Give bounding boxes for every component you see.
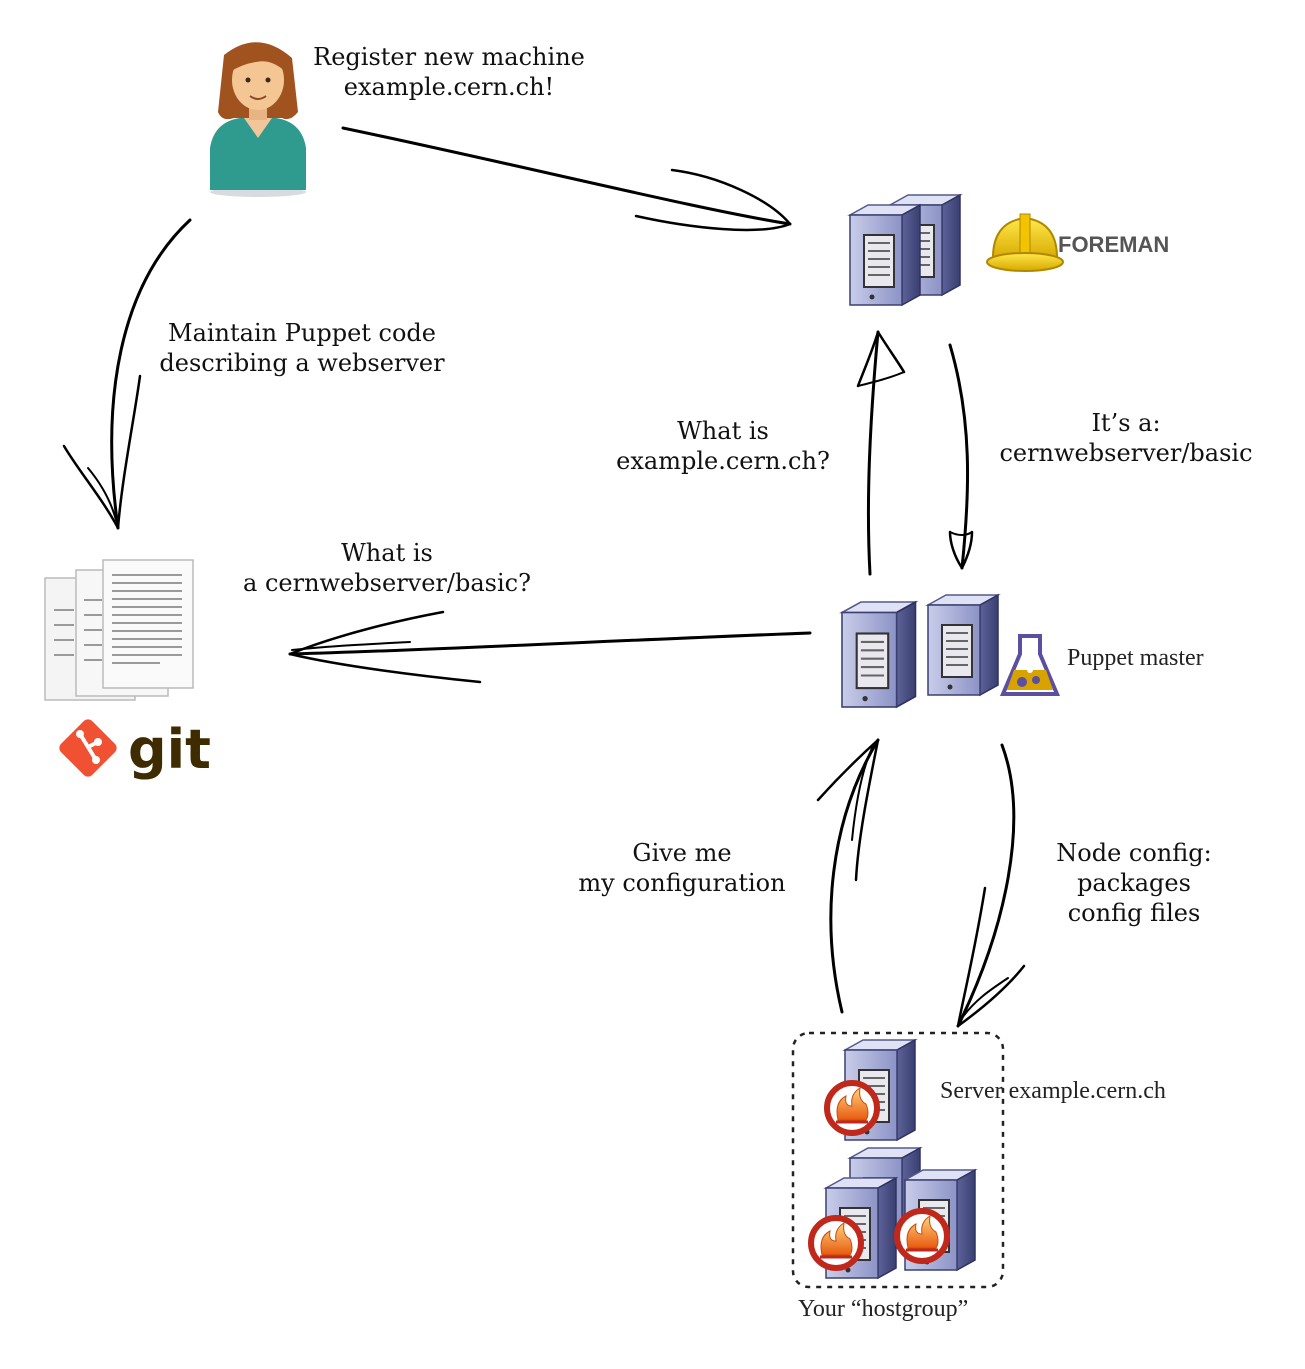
arrow-what-is-host — [856, 330, 906, 576]
label-its-a-line-2: cernwebserver/basic — [999, 439, 1253, 467]
documents-icon — [44, 559, 194, 701]
arrow-give-me — [816, 738, 880, 1014]
label-register: Register new machine example.cern.ch! — [300, 42, 598, 102]
label-its-a-line-1: It’s a: — [1091, 409, 1161, 437]
arrow-register — [341, 126, 792, 232]
label-what-is-host-line-1: What is — [677, 417, 769, 445]
diagram-canvas: FOREMAN git Register new machine example… — [0, 0, 1305, 1369]
label-maintain-line-1: Maintain Puppet code — [168, 319, 436, 347]
label-register-line-2: example.cern.ch! — [343, 73, 555, 101]
label-what-is-host-line-2: example.cern.ch? — [616, 447, 830, 475]
arrow-what-is-class — [288, 610, 812, 684]
label-its-a: It’s a: cernwebserver/basic — [982, 408, 1270, 468]
label-give-me-line-2: my configuration — [578, 869, 786, 897]
label-node-config: Node config: packages config files — [1036, 838, 1232, 928]
label-hostgroup: Your “hostgroup” — [798, 1296, 969, 1322]
label-puppet-master: Puppet master — [1067, 645, 1204, 671]
label-what-is-class-line-1: What is — [341, 539, 433, 567]
label-register-line-1: Register new machine — [313, 43, 585, 71]
user-avatar-icon — [210, 42, 306, 197]
label-maintain: Maintain Puppet code describing a webser… — [140, 318, 464, 378]
label-give-me-line-1: Give me — [632, 839, 732, 867]
puppet-flask-icon — [999, 634, 1061, 696]
label-maintain-line-2: describing a webserver — [159, 349, 445, 377]
label-server: Server example.cern.ch — [940, 1078, 1166, 1104]
label-node-config-line-1: Node config: — [1056, 839, 1212, 867]
foreman-server-icon — [849, 194, 961, 306]
puppet-master-server-icon — [840, 594, 999, 709]
label-what-is-class-line-2: a cernwebserver/basic? — [243, 569, 531, 597]
diagram-graphics: FOREMAN git — [44, 42, 1169, 1289]
hostgroup-servers-icon — [811, 1147, 976, 1279]
arrow-node-config — [956, 743, 1026, 1028]
label-node-config-line-3: config files — [1067, 899, 1201, 927]
label-node-config-line-2: packages — [1077, 869, 1191, 897]
foreman-helmet-icon: FOREMAN — [986, 213, 1169, 272]
foreman-logo-text: FOREMAN — [1058, 232, 1169, 257]
arrow-its-a — [948, 343, 974, 570]
label-what-is-host: What is example.cern.ch? — [598, 416, 848, 476]
git-logo-text: git — [128, 718, 211, 781]
label-give-me: Give me my configuration — [560, 838, 804, 898]
git-logo-icon: git — [59, 718, 211, 781]
server-example-icon — [827, 1039, 916, 1141]
label-what-is-class: What is a cernwebserver/basic? — [222, 538, 552, 598]
